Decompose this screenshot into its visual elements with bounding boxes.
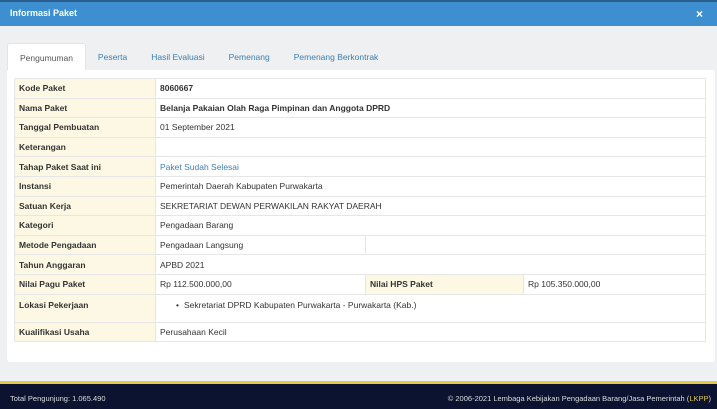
row-value: Pengadaan Barang [155,215,706,236]
lokasi-item: Sekretariat DPRD Kabupaten Purwakarta - … [183,299,417,310]
lkpp-link[interactable]: LKPP [689,394,708,403]
bullet-icon: • [176,299,179,310]
row-label: Nilai HPS Paket [365,273,524,295]
table-row: Kategori Pengadaan Barang [14,215,706,236]
row-value: APBD 2021 [155,254,706,275]
row-value: Rp 112.500.000,00 [155,273,366,295]
row-value: Rp 105.350.000,00 [523,273,706,295]
table-row: Keterangan [14,136,706,158]
tab-hasil-evaluasi[interactable]: Hasil Evaluasi [139,43,216,71]
row-value: Belanja Pakaian Olah Raga Pimpinan dan A… [155,97,706,119]
row-label: Kode Paket [14,78,156,99]
table-row: Nama Paket Belanja Pakaian Olah Raga Pimp… [14,97,706,119]
tab-pengumuman[interactable]: Pengumuman [7,43,86,71]
row-value: • Sekretariat DPRD Kabupaten Purwakarta -… [155,293,706,323]
row-label: Tahap Paket Saat ini [14,156,156,177]
close-icon[interactable]: × [696,7,703,21]
footer: Total Pengunjung: 1.065.490 © 2006-2021 … [0,381,717,409]
visitor-count: Total Pengunjung: 1.065.490 [10,394,106,403]
tab-pemenang[interactable]: Pemenang [217,43,282,71]
row-value: Perusahaan Kecil [155,321,706,343]
table-row: Tahap Paket Saat ini Paket Sudah Selesai [14,156,706,177]
table-row: Tanggal Pembuatan 01 September 2021 [14,117,706,138]
copyright-text: © 2006-2021 Lembaga Kebijakan Pengadaan … [447,394,690,403]
row-label: Satuan Kerja [14,195,156,217]
copyright-end: ) [708,394,712,403]
table-row: Nilai Pagu Paket Rp 112.500.000,00 Nilai H… [14,273,706,295]
row-label: Kualifikasi Usaha [14,321,156,343]
row-label: Nilai Pagu Paket [14,273,156,295]
empty-cell [365,234,706,256]
row-label: Kategori [14,215,156,236]
copyright: © 2006-2021 Lembaga Kebijakan Pengadaan … [448,394,711,403]
modal-header: Informasi Paket × [0,0,717,26]
row-value: SEKRETARIAT DEWAN PERWAKILAN RAKYAT DAER… [155,195,706,217]
row-value: 01 September 2021 [155,117,706,138]
row-label: Keterangan [14,136,156,158]
table-row: Kode Paket 8060667 [14,78,706,99]
table-row: Lokasi Pekerjaan • Sekretariat DPRD Kabupa… [14,293,706,323]
row-value [155,136,706,158]
tahap-link[interactable]: Paket Sudah Selesai [155,156,706,177]
row-label: Tanggal Pembuatan [14,117,156,138]
info-table: Kode Paket 8060667 Nama Paket Belanja Paka… [14,78,706,343]
table-row: Kualifikasi Usaha Perusahaan Kecil [14,321,706,343]
row-value: Pengadaan Langsung [155,234,366,256]
row-value: 8060667 [155,78,706,99]
tab-bar: Pengumuman Peserta Hasil Evaluasi Pemena… [7,43,390,71]
row-label: Metode Pengadaan [14,234,156,256]
table-row: Metode Pengadaan Pengadaan Langsung [14,234,706,256]
table-row: Tahun Anggaran APBD 2021 [14,254,706,275]
tab-pemenang-berkontrak[interactable]: Pemenang Berkontrak [282,43,391,71]
table-row: Instansi Pemerintah Daerah Kabupaten Purw… [14,175,706,197]
row-label: Lokasi Pekerjaan [14,293,156,323]
row-value: Pemerintah Daerah Kabupaten Purwakarta [155,175,706,197]
row-label: Tahun Anggaran [14,254,156,275]
tab-panel: Kode Paket 8060667 Nama Paket Belanja Paka… [7,70,715,362]
tab-peserta[interactable]: Peserta [86,43,139,71]
table-row: Satuan Kerja SEKRETARIAT DEWAN PERWAKILAN… [14,195,706,217]
row-label: Instansi [14,175,156,197]
modal-title: Informasi Paket [10,8,78,18]
row-label: Nama Paket [14,97,156,119]
